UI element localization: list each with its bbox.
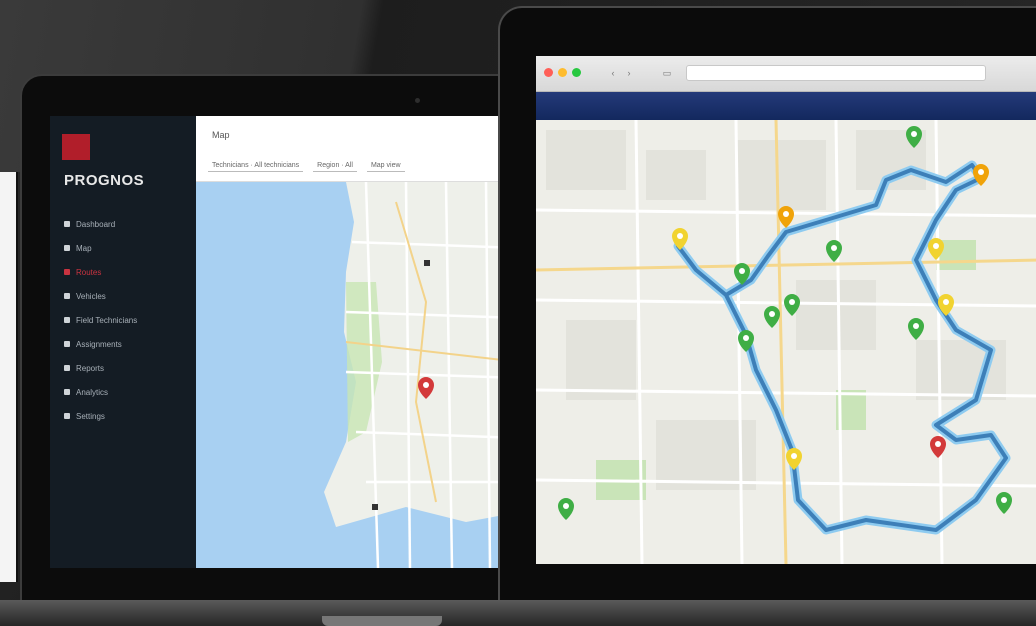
brand-name: PROGNOS xyxy=(64,172,145,189)
technician-filter[interactable]: Technicians · All technicians xyxy=(208,162,304,172)
right-laptop-screen: ‹ › ▭ xyxy=(536,56,1036,564)
filter-row: Technicians · All technicians Region · A… xyxy=(208,162,405,172)
dashboard-icon xyxy=(64,221,70,227)
forward-icon[interactable]: › xyxy=(622,67,636,79)
sidebar-item-routes[interactable]: Routes xyxy=(64,260,188,284)
sidebar-item-label: Reports xyxy=(76,363,105,373)
brand-logo xyxy=(62,134,90,160)
sidebar-item-analytics[interactable]: Analytics xyxy=(64,380,188,404)
app-header xyxy=(536,92,1036,120)
clipboard-icon xyxy=(64,341,70,347)
minimize-window-icon[interactable] xyxy=(558,68,567,77)
sidebar-item-label: Field Technicians xyxy=(76,315,138,325)
sidebar-item-label: Map xyxy=(76,243,92,253)
poi-icon xyxy=(424,260,430,266)
sidebar: PROGNOS Dashboard Map Routes Vehicles Fi… xyxy=(50,116,196,568)
browser-toolbar: ‹ › ▭ xyxy=(536,56,1036,92)
sidebar-item-reports[interactable]: Reports xyxy=(64,356,188,380)
region-filter[interactable]: Region · All xyxy=(313,162,357,172)
route-map-canvas[interactable] xyxy=(536,119,1036,564)
chart-icon xyxy=(64,389,70,395)
map-icon xyxy=(64,245,70,251)
route-map[interactable] xyxy=(536,119,1036,564)
map-view[interactable] xyxy=(196,182,520,568)
sidebar-item-label: Settings xyxy=(76,411,105,421)
sidebar-item-assignments[interactable]: Assignments xyxy=(64,332,188,356)
route-icon xyxy=(64,269,70,275)
window-controls xyxy=(544,68,581,77)
sidebar-item-technicians[interactable]: Field Technicians xyxy=(64,308,188,332)
sidebar-nav: Dashboard Map Routes Vehicles Field Tech… xyxy=(64,212,188,428)
address-bar[interactable] xyxy=(686,65,986,81)
sidebar-toggle-icon[interactable]: ▭ xyxy=(660,67,674,79)
partial-device-edge xyxy=(0,172,18,582)
report-icon xyxy=(64,365,70,371)
truck-icon xyxy=(64,293,70,299)
sidebar-item-label: Vehicles xyxy=(76,291,106,301)
sidebar-item-label: Routes xyxy=(76,267,102,277)
maximize-window-icon[interactable] xyxy=(572,68,581,77)
back-icon[interactable]: ‹ xyxy=(606,67,620,79)
sidebar-item-map[interactable]: Map xyxy=(64,236,188,260)
laptop-camera xyxy=(415,98,420,103)
right-laptop: ‹ › ▭ xyxy=(498,6,1036,616)
breadcrumb: Map xyxy=(212,130,230,140)
sidebar-item-settings[interactable]: Settings xyxy=(64,404,188,428)
laptop-base xyxy=(0,600,1036,626)
sidebar-item-vehicles[interactable]: Vehicles xyxy=(64,284,188,308)
left-laptop: PROGNOS Dashboard Map Routes Vehicles Fi… xyxy=(20,74,540,604)
sidebar-item-label: Assignments xyxy=(76,339,122,349)
sidebar-item-label: Dashboard xyxy=(76,219,116,229)
map-canvas[interactable] xyxy=(196,182,520,568)
gear-icon xyxy=(64,413,70,419)
sidebar-item-label: Analytics xyxy=(76,387,109,397)
map-view-toggle[interactable]: Map view xyxy=(366,162,405,172)
poi-icon xyxy=(372,504,378,510)
left-laptop-screen: PROGNOS Dashboard Map Routes Vehicles Fi… xyxy=(50,116,520,568)
user-icon xyxy=(64,317,70,323)
sidebar-item-dashboard[interactable]: Dashboard xyxy=(64,212,188,236)
laptop-hinge-notch xyxy=(322,616,442,626)
top-bar: Map Technicians · All technicians Region… xyxy=(196,116,520,182)
close-window-icon[interactable] xyxy=(544,68,553,77)
